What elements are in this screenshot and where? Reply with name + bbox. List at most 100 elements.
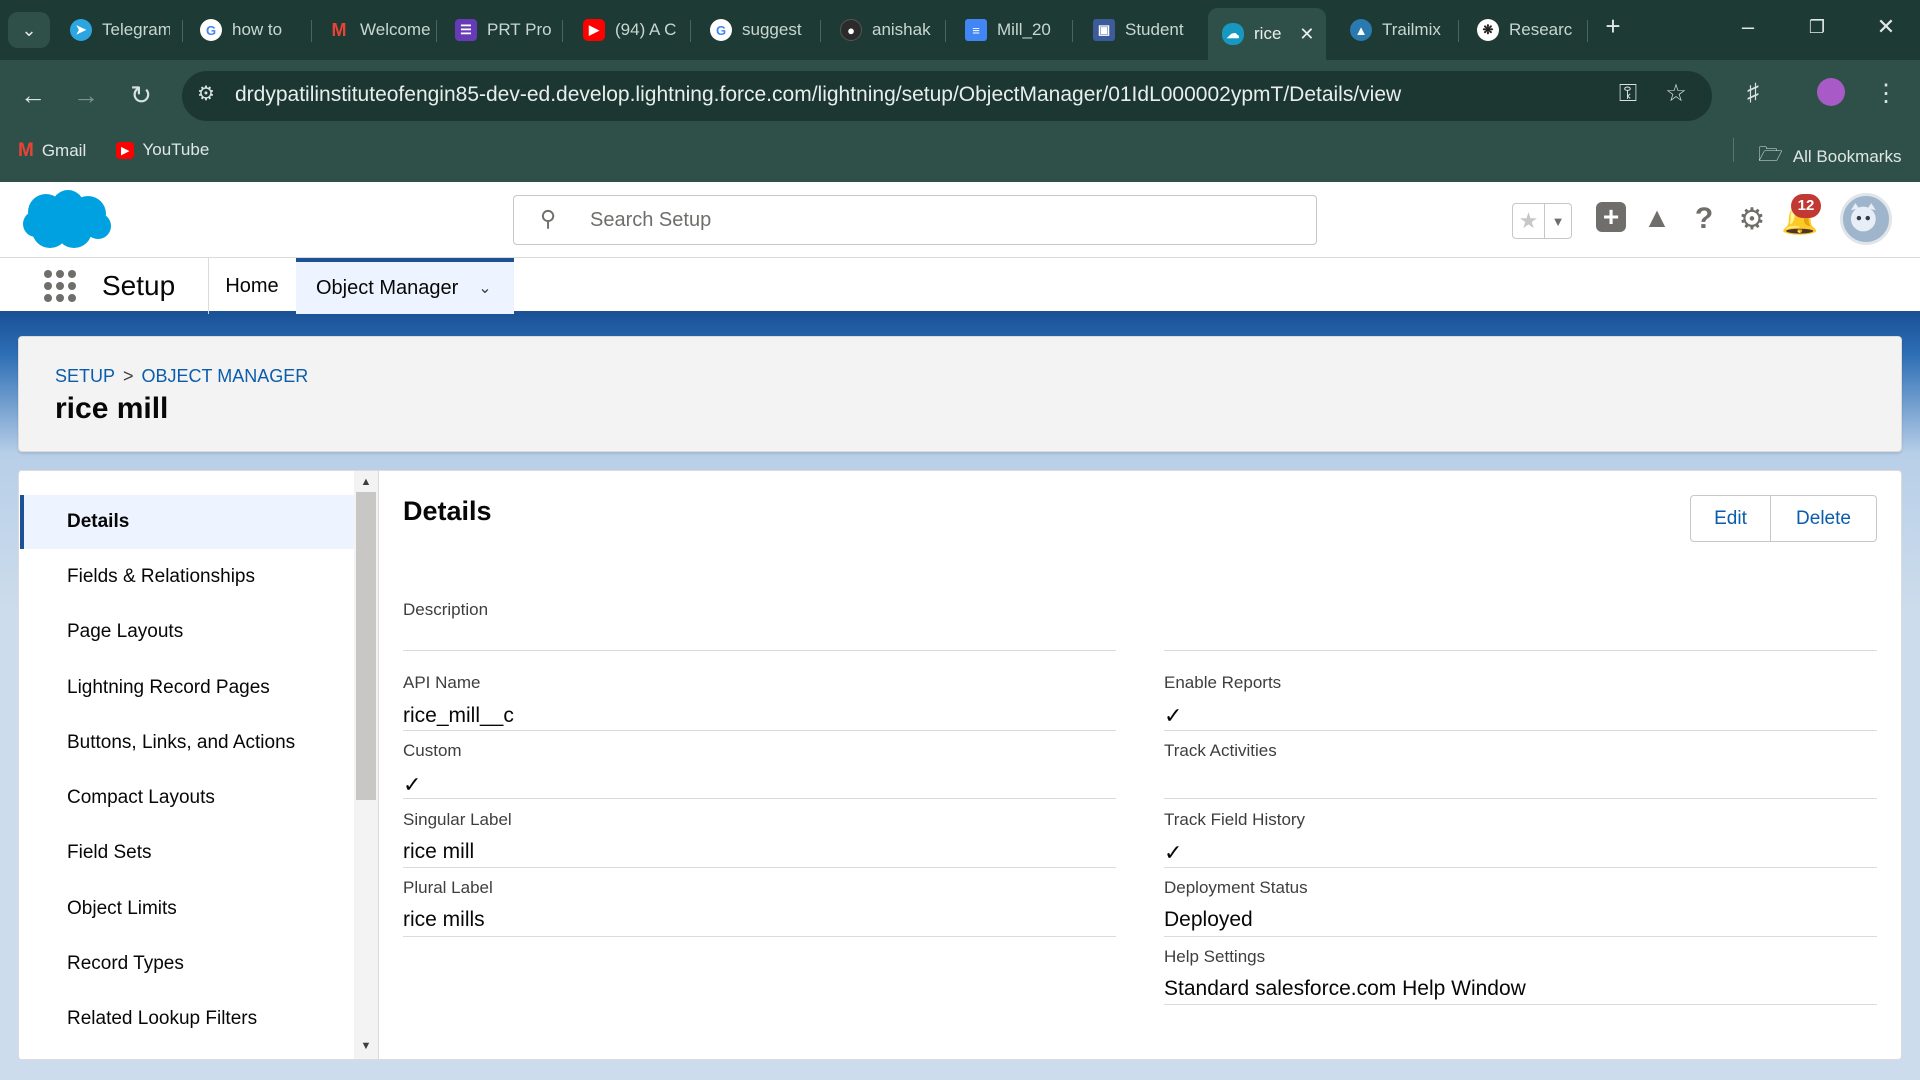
sidebar-item-object-limits[interactable]: Object Limits xyxy=(20,882,354,936)
google-icon: G xyxy=(710,19,732,41)
minimize-icon[interactable]: – xyxy=(1728,14,1768,40)
sidebar-item-related-lookup-filters[interactable]: Related Lookup Filters xyxy=(20,992,354,1046)
back-arrow-icon[interactable]: ← xyxy=(15,80,51,111)
sidebar-item-page-layouts[interactable]: Page Layouts xyxy=(20,605,354,659)
field-label-help-settings: Help Settings xyxy=(1164,947,1266,966)
chevron-down-icon: ⌄ xyxy=(21,19,37,40)
all-bookmarks-button[interactable]: 🗁 All Bookmarks xyxy=(1758,140,1901,174)
field-value-api-name: rice_mill__c xyxy=(403,704,514,727)
tab-title: Trailmix xyxy=(1382,20,1441,39)
profile-avatar[interactable] xyxy=(1813,78,1849,113)
favorites-star-icon[interactable]: ★ xyxy=(1513,204,1545,238)
breadcrumb-separator: > xyxy=(123,366,134,386)
bookmark-youtube[interactable]: ▶ YouTube xyxy=(116,140,209,160)
close-tab-icon[interactable]: ✕ xyxy=(1299,24,1314,45)
breadcrumb-setup-link[interactable]: SETUP xyxy=(55,366,115,386)
browser-tab-trailmix[interactable]: ▲ Trailmix xyxy=(1350,11,1450,49)
help-icon[interactable]: ? xyxy=(1684,202,1724,236)
tab-search-button[interactable]: ⌄ xyxy=(8,12,50,48)
sidebar-item-fields-relationships[interactable]: Fields & Relationships xyxy=(20,550,354,604)
user-avatar[interactable] xyxy=(1840,193,1892,245)
custom-checkmark-icon: ✓ xyxy=(403,772,422,797)
sidebar-item-compact-layouts[interactable]: Compact Layouts xyxy=(20,771,354,825)
forms-icon: ☰ xyxy=(455,19,477,41)
sidebar-item-record-types[interactable]: Record Types xyxy=(20,937,354,991)
close-window-icon[interactable]: ✕ xyxy=(1866,14,1906,40)
password-key-icon[interactable]: ⚿ xyxy=(1610,80,1646,108)
extensions-icon[interactable]: ♯ xyxy=(1735,79,1771,107)
field-label-custom: Custom xyxy=(403,741,462,760)
nav-tab-object-manager[interactable]: Object Manager ⌄ xyxy=(296,258,514,314)
field-value-singular-label: rice mill xyxy=(403,840,475,863)
panel-divider xyxy=(378,471,379,1059)
trailhead-icon: ▲ xyxy=(1350,19,1372,41)
browser-tab-student[interactable]: ▣ Student xyxy=(1093,11,1193,49)
field-label-api-name: API Name xyxy=(403,673,481,692)
favorites-list-icon[interactable]: ▼ xyxy=(1545,204,1571,238)
page-header xyxy=(18,336,1902,452)
new-tab-button[interactable]: + xyxy=(1593,11,1633,42)
browser-tab-research[interactable]: ❋ Researc xyxy=(1477,11,1577,49)
forward-arrow-icon[interactable]: → xyxy=(68,80,104,111)
browser-tab-prt-pro[interactable]: ☰ PRT Pro xyxy=(455,11,555,49)
gmail-icon: M xyxy=(18,140,34,161)
youtube-icon: ▶ xyxy=(583,19,605,41)
enable-reports-checkmark-icon: ✓ xyxy=(1164,703,1183,728)
browser-tab-docs[interactable]: ≡ Mill_20 xyxy=(965,11,1065,49)
tab-title: (94) A C xyxy=(615,20,677,39)
breadcrumb-object-manager-link[interactable]: OBJECT MANAGER xyxy=(142,366,309,386)
reload-icon[interactable]: ↻ xyxy=(123,80,159,111)
sidebar-item-buttons-links-actions[interactable]: Buttons, Links, and Actions xyxy=(20,716,354,770)
docs-icon: ≡ xyxy=(965,19,987,41)
field-label-plural-label: Plural Label xyxy=(403,878,493,897)
salesforce-logo[interactable] xyxy=(22,190,112,252)
notification-count-badge: 12 xyxy=(1791,194,1821,218)
field-label-enable-reports: Enable Reports xyxy=(1164,673,1282,692)
tab-title: how to xyxy=(232,20,283,39)
sidebar-item-details[interactable]: Details xyxy=(20,495,354,549)
sidebar-item-lightning-record-pages[interactable]: Lightning Record Pages xyxy=(20,661,354,715)
scroll-up-arrow-icon[interactable]: ▲ xyxy=(356,476,376,488)
youtube-icon: ▶ xyxy=(116,141,135,159)
bookmark-star-icon[interactable]: ☆ xyxy=(1658,79,1694,108)
details-button-group: Edit Delete xyxy=(1690,495,1877,542)
field-label-singular-label: Singular Label xyxy=(403,810,512,829)
field-value-plural-label: rice mills xyxy=(403,908,485,931)
sidebar-scrollbar-thumb[interactable] xyxy=(356,492,376,800)
browser-tab-youtube[interactable]: ▶ (94) A C xyxy=(583,11,683,49)
browser-tab-github[interactable]: ● anishak xyxy=(840,11,940,49)
nav-tab-home[interactable]: Home xyxy=(208,258,296,314)
sidebar-item-field-sets[interactable]: Field Sets xyxy=(20,826,354,880)
browser-tab-suggest[interactable]: G suggest xyxy=(710,11,810,49)
github-icon: ● xyxy=(840,19,862,41)
bookmark-gmail[interactable]: M Gmail xyxy=(18,140,86,162)
app-launcher-icon[interactable] xyxy=(44,270,76,302)
browser-tab-how-to[interactable]: G how to xyxy=(200,11,300,49)
url-text[interactable]: drdypatilinstituteofengin85-dev-ed.devel… xyxy=(235,83,1401,107)
browser-tab-telegram[interactable]: ➤ Telegram xyxy=(70,11,170,49)
bookmark-label: YouTube xyxy=(142,140,210,159)
breadcrumb: SETUP > OBJECT MANAGER xyxy=(55,366,308,387)
scroll-down-arrow-icon[interactable]: ▼ xyxy=(356,1040,376,1052)
chevron-down-icon[interactable]: ⌄ xyxy=(478,278,491,298)
setup-gear-icon[interactable]: ⚙ xyxy=(1732,202,1772,237)
details-heading: Details xyxy=(403,496,492,526)
browser-tab-welcome[interactable]: M Welcome xyxy=(328,11,431,49)
edit-button[interactable]: Edit xyxy=(1691,496,1771,541)
tab-title: Mill_20 xyxy=(997,20,1051,39)
global-actions-icon[interactable]: + xyxy=(1591,200,1631,234)
trailhead-guidance-icon[interactable]: ▲ xyxy=(1637,202,1677,234)
site-settings-icon[interactable]: ⚙ xyxy=(188,81,224,106)
gmail-icon: M xyxy=(331,19,347,40)
field-label-track-activities: Track Activities xyxy=(1164,741,1277,760)
tab-title: Welcome xyxy=(360,20,430,39)
browser-tab-rice-active[interactable]: ☁ rice ✕ xyxy=(1208,8,1326,60)
browser-menu-icon[interactable]: ⋮ xyxy=(1868,79,1904,108)
search-input[interactable] xyxy=(590,197,1290,243)
field-label-track-field-history: Track Field History xyxy=(1164,810,1306,829)
restore-icon[interactable]: ❐ xyxy=(1797,17,1837,38)
field-label-deployment-status: Deployment Status xyxy=(1164,878,1308,897)
track-field-history-checkmark-icon: ✓ xyxy=(1164,840,1183,865)
tab-title: rice xyxy=(1254,24,1282,43)
delete-button[interactable]: Delete xyxy=(1771,496,1876,541)
